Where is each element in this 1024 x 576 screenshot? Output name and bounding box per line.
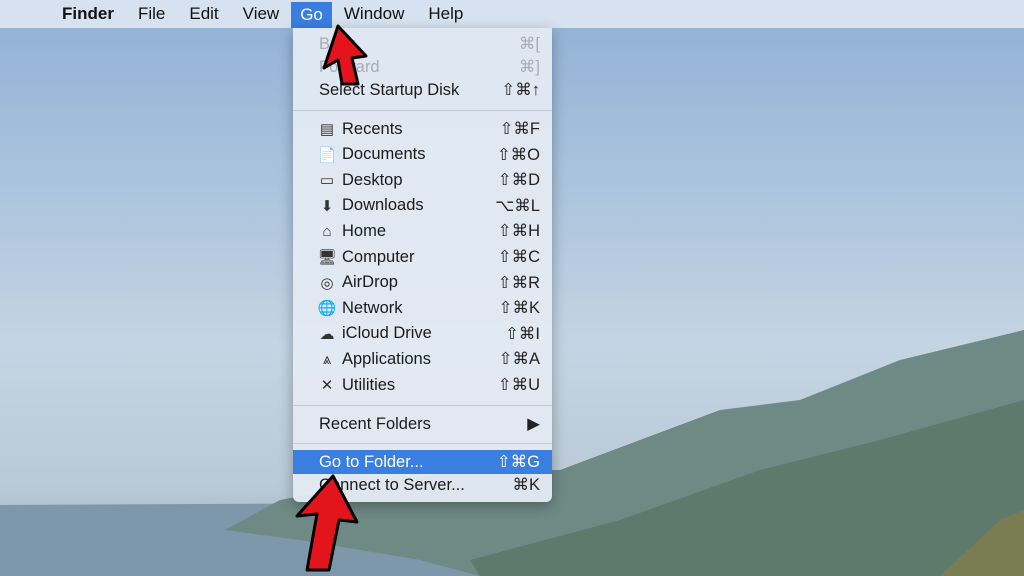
menu-view[interactable]: View [231, 0, 292, 28]
utilities-icon: ✕ [320, 377, 334, 394]
menu-item-label: Home [342, 221, 387, 240]
shortcut-label: ⇧⌘R [497, 273, 540, 292]
menu-item-label: iCloud Drive [342, 324, 432, 343]
shortcut-label: ⇧⌘D [497, 171, 540, 190]
menu-item-downloads[interactable]: ⬇ Downloads ⌥⌘L [293, 194, 552, 218]
menu-item-airdrop[interactable]: ◎ AirDrop ⇧⌘R [293, 271, 552, 295]
menu-edit[interactable]: Edit [177, 0, 230, 28]
desktop-icon: ▭ [319, 172, 335, 190]
menu-item-utilities[interactable]: ✕ Utilities ⇧⌘U [293, 373, 552, 397]
menu-item-documents[interactable]: 📄 Documents ⇧⌘O [293, 143, 552, 167]
shortcut-label: ⌘K [512, 476, 540, 494]
menu-item-label: Utilities [342, 375, 396, 394]
shortcut-label: ▶ [527, 415, 540, 433]
shortcut-label: ⇧⌘H [497, 222, 540, 241]
menu-item-label: Recents [342, 119, 403, 138]
menu-item-recent-folders[interactable]: Recent Folders ▶ [293, 412, 552, 436]
menu-item-label: Network [342, 298, 403, 317]
shortcut-label: ⇧⌘F [499, 120, 540, 138]
menu-separator [293, 110, 552, 111]
menu-item-desktop[interactable]: ▭ Desktop ⇧⌘D [293, 168, 552, 192]
menu-item-label: Downloads [342, 196, 424, 215]
menu-file[interactable]: File [126, 0, 177, 28]
applications-icon: ⩓ [322, 350, 332, 368]
menu-item-label: Computer [342, 247, 415, 266]
go-menu: Back⌘[Forward⌘]Select Startup Disk⇧⌘↑▤Re… [293, 28, 552, 502]
menu-item-label: Recent Folders [319, 414, 431, 433]
shortcut-label: ⌘] [518, 58, 540, 76]
shortcut-label: ⌥⌘L [495, 196, 540, 215]
menu-item-label: AirDrop [342, 273, 398, 292]
icloud-icon: ☁ [319, 325, 335, 343]
computer-icon: 🖥 [317, 249, 337, 266]
shortcut-label: ⇧⌘K [498, 299, 540, 318]
downloads-icon: ⬇ [320, 197, 334, 215]
home-icon: ⌂ [322, 222, 332, 240]
menu-finder[interactable]: Finder [50, 0, 126, 28]
menu-item-recents[interactable]: ▤ Recents ⇧⌘F [293, 117, 552, 141]
menu-item-applications[interactable]: ⩓ Applications ⇧⌘A [293, 347, 552, 371]
red-arrow-annotation [322, 24, 368, 86]
menu-item-label: Applications [342, 349, 431, 368]
documents-icon: 📄 [317, 146, 337, 164]
shortcut-label: ⇧⌘↑ [501, 81, 540, 99]
recents-icon: ▤ [319, 121, 335, 138]
shortcut-label: ⇧⌘I [505, 324, 540, 343]
shortcut-label: ⇧⌘C [497, 248, 540, 266]
menu-help[interactable]: Help [416, 0, 475, 28]
menu-item-label: Go to Folder... [319, 452, 424, 471]
menu-separator [293, 443, 552, 444]
shortcut-label: ⇧⌘O [496, 145, 540, 164]
apple-menu-icon[interactable] [0, 0, 50, 28]
shortcut-label: ⇧⌘A [498, 350, 540, 369]
shortcut-label: ⇧⌘U [497, 376, 540, 394]
menu-separator [293, 405, 552, 406]
shortcut-label: ⌘[ [518, 35, 540, 53]
menu-item-network[interactable]: 🌐 Network ⇧⌘K [293, 296, 552, 320]
airdrop-icon: ◎ [320, 274, 334, 292]
menu-item-label: Documents [342, 145, 426, 164]
menu-item-label: Desktop [342, 170, 403, 189]
network-icon: 🌐 [317, 300, 337, 318]
menu-item-icloud-drive[interactable]: ☁ iCloud Drive ⇧⌘I [293, 322, 552, 346]
red-arrow-annotation [295, 474, 359, 572]
menu-item-computer[interactable]: 🖥 Computer ⇧⌘C [293, 245, 552, 269]
menu-item-home[interactable]: ⌂ Home ⇧⌘H [293, 219, 552, 243]
menu-bar: Finder File Edit View Go Window Help [0, 0, 1024, 28]
shortcut-label: ⇧⌘G [496, 453, 540, 471]
